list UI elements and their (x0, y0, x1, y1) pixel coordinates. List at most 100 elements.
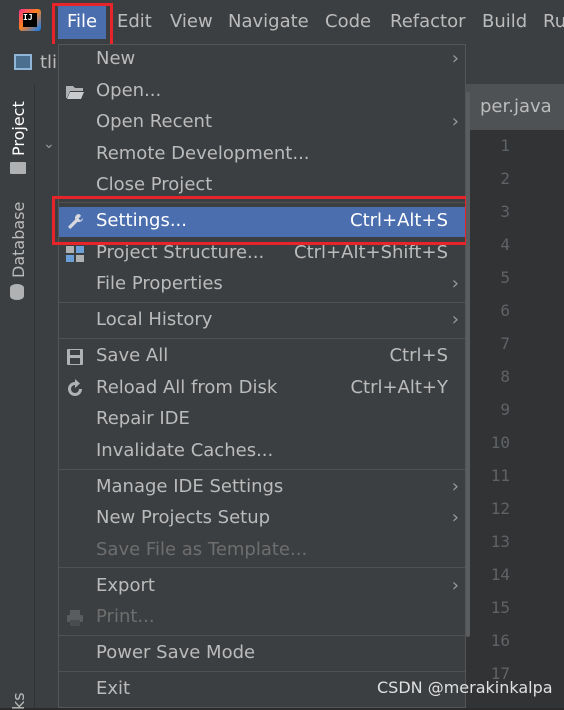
chevron-right-icon: › (451, 476, 459, 497)
file-menu-dropdown: New › Open... Open Recent › Remote Devel… (58, 44, 466, 708)
menu-refactor[interactable]: Refactor (390, 10, 466, 34)
menu-item-manage-ide-settings[interactable]: Manage IDE Settings › (59, 473, 465, 503)
menu-item-label: Save All (96, 345, 169, 366)
database-icon (10, 284, 24, 300)
project-folder-icon (10, 162, 26, 174)
menu-item-label: Close Project (96, 174, 213, 195)
menu-separator (59, 338, 465, 339)
tool-window-project[interactable]: Project (9, 101, 28, 156)
menu-item-label: Exit (96, 678, 131, 699)
menu-separator (59, 635, 465, 636)
chevron-right-icon: › (451, 507, 459, 528)
menu-run[interactable]: Ru (543, 10, 564, 34)
menu-item-repair-ide[interactable]: Repair IDE (59, 405, 465, 435)
menu-item-power-save-mode[interactable]: Power Save Mode (59, 639, 465, 669)
line-number: 14 (490, 565, 510, 584)
menu-item-label: Invalidate Caches... (96, 440, 274, 461)
menu-item-label: Print... (96, 606, 155, 627)
menu-code[interactable]: Code (325, 10, 371, 34)
line-number: 12 (490, 499, 510, 518)
intellij-logo-icon: IJ (19, 9, 41, 31)
chevron-right-icon: › (451, 575, 459, 596)
watermark-text: CSDN @merakinkalpa (377, 678, 553, 697)
chevron-right-icon: › (451, 111, 459, 132)
menu-item-reload-all[interactable]: Reload All from Disk Ctrl+Alt+Y (59, 374, 465, 404)
printer-icon (67, 610, 83, 626)
menu-item-save-all[interactable]: Save All Ctrl+S (59, 342, 465, 372)
line-number: 9 (500, 400, 510, 419)
menu-item-label: Manage IDE Settings (96, 476, 284, 497)
chevron-right-icon: › (451, 309, 459, 330)
chevron-right-icon: › (451, 273, 459, 294)
menu-item-open[interactable]: Open... (59, 77, 465, 107)
menu-edit[interactable]: Edit (117, 10, 152, 34)
menu-item-shortcut: Ctrl+S (389, 345, 448, 366)
menu-item-open-recent[interactable]: Open Recent › (59, 108, 465, 138)
menu-item-shortcut: Ctrl+Alt+S (350, 210, 448, 231)
menu-navigate[interactable]: Navigate (228, 10, 309, 34)
line-number: 15 (490, 598, 510, 617)
menu-item-file-properties[interactable]: File Properties › (59, 270, 465, 300)
menu-item-label: Save File as Template... (96, 539, 308, 560)
menu-item-save-file-as-template: Save File as Template... (59, 536, 465, 566)
menu-item-local-history[interactable]: Local History › (59, 306, 465, 336)
menu-separator (59, 671, 465, 672)
line-number: 7 (500, 334, 510, 353)
line-number: 1 (500, 136, 510, 155)
menu-item-label: Project Structure... (96, 242, 265, 263)
menu-item-label: File Properties (96, 273, 223, 294)
line-number: 8 (500, 367, 510, 386)
line-number: 11 (490, 466, 510, 485)
project-structure-icon (66, 246, 84, 262)
main-menu-bar: IJ File Edit View Navigate Code Refactor… (0, 0, 564, 44)
line-number: 3 (500, 202, 510, 221)
project-breadcrumb[interactable]: tli (40, 52, 57, 73)
module-icon (14, 54, 32, 70)
menu-item-label: Reload All from Disk (96, 377, 278, 398)
menu-item-new[interactable]: New › (59, 45, 465, 75)
menu-item-label: Open Recent (96, 111, 213, 132)
menu-item-close-project[interactable]: Close Project (59, 171, 465, 201)
wrench-icon (68, 214, 83, 229)
menu-scrollbar[interactable] (466, 92, 470, 637)
menu-view[interactable]: View (170, 10, 213, 34)
tool-window-bookmarks[interactable]: ks (9, 692, 28, 710)
tool-window-database[interactable]: Database (9, 202, 28, 278)
menu-item-remote-development[interactable]: Remote Development... (59, 140, 465, 170)
menu-item-project-structure[interactable]: Project Structure... Ctrl+Alt+Shift+S (59, 239, 465, 269)
line-number: 5 (500, 268, 510, 287)
menu-item-label: Repair IDE (96, 408, 190, 429)
menu-item-label: Local History (96, 309, 213, 330)
menu-item-shortcut: Ctrl+Alt+Shift+S (294, 242, 448, 263)
reload-icon (68, 379, 82, 396)
menu-item-label: New (96, 48, 136, 69)
menu-item-settings[interactable]: Settings... Ctrl+Alt+S (59, 207, 465, 237)
line-number: 6 (500, 301, 510, 320)
chevron-right-icon: › (451, 48, 459, 69)
editor-tab[interactable]: per.java (466, 84, 564, 130)
left-tool-window-bar: Project Database ks (0, 84, 35, 710)
menu-item-shortcut: Ctrl+Alt+Y (350, 377, 448, 398)
menu-item-label: Power Save Mode (96, 642, 256, 663)
menu-item-label: Remote Development... (96, 143, 310, 164)
line-number: 16 (490, 631, 510, 650)
line-number: 10 (490, 433, 510, 452)
chevron-down-icon[interactable]: ⌄ (43, 136, 55, 152)
menu-file[interactable]: File (58, 5, 107, 39)
menu-item-label: Export (96, 575, 155, 596)
menu-build[interactable]: Build (482, 10, 527, 34)
folder-open-icon (66, 86, 84, 99)
menu-separator (59, 567, 465, 568)
editor-tab-label: per.java (480, 96, 552, 117)
menu-item-invalidate-caches[interactable]: Invalidate Caches... (59, 437, 465, 467)
line-number-gutter: 1 2 3 4 5 6 7 8 9 10 11 12 13 14 15 16 17 (466, 130, 564, 708)
menu-item-print: Print... (59, 603, 465, 633)
save-icon (67, 349, 83, 365)
menu-item-label: Settings... (96, 210, 187, 231)
menu-item-export[interactable]: Export › (59, 572, 465, 602)
menu-item-new-projects-setup[interactable]: New Projects Setup › (59, 504, 465, 534)
menu-item-label: Open... (96, 80, 162, 101)
line-number: 13 (490, 532, 510, 551)
menu-item-label: New Projects Setup (96, 507, 271, 528)
menu-separator (59, 302, 465, 303)
